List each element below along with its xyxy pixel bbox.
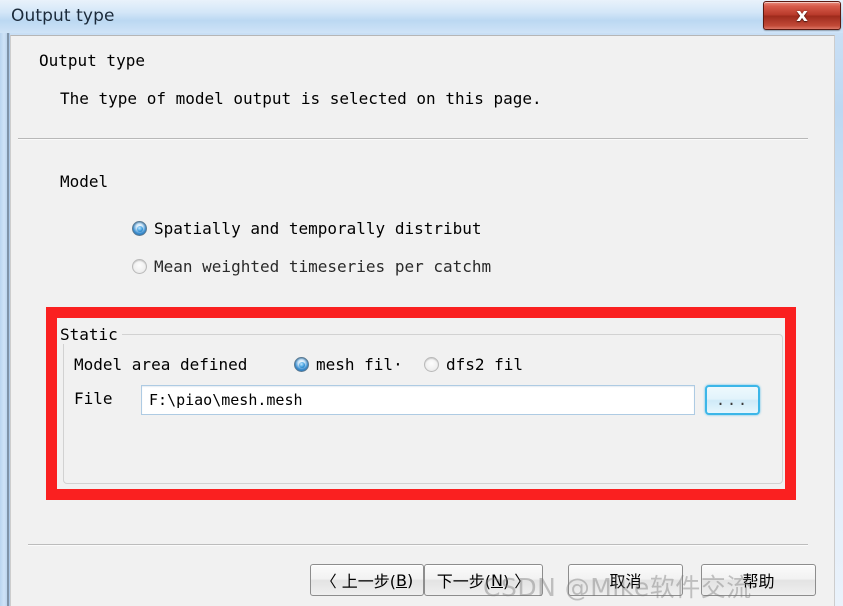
radio-mesh-file[interactable]: mesh fil·	[294, 355, 403, 374]
radio-dfs2-file[interactable]: dfs2 fil	[424, 355, 523, 374]
cancel-button[interactable]: 取消	[568, 564, 683, 596]
model-area-defined-label: Model area defined	[74, 355, 248, 374]
model-section-label: Model	[60, 172, 109, 191]
radio-button-icon	[132, 221, 147, 236]
page-title: Output type	[39, 51, 145, 70]
radio-spatially-temporally-distributed[interactable]: Spatially and temporally distribut	[132, 219, 482, 238]
browse-file-button[interactable]: ...	[705, 385, 760, 415]
next-button-label-prefix: 下一步(	[436, 572, 491, 591]
window-title: Output type	[11, 6, 115, 26]
static-group-legend: Static	[56, 325, 122, 344]
header-divider	[18, 138, 808, 140]
next-button-accelerator: N	[490, 570, 503, 590]
radio-label: dfs2 fil	[446, 355, 524, 374]
radio-label: mesh fil·	[316, 355, 403, 374]
dialog-window: Output type x Output type The type of mo…	[0, 0, 843, 606]
footer-divider	[28, 544, 808, 546]
window-left-border-shadow	[7, 22, 9, 606]
radio-button-icon	[424, 357, 439, 372]
back-button-label-prefix: 〈 上一步(	[320, 572, 397, 591]
radio-mean-weighted-timeseries[interactable]: Mean weighted timeseries per catchm	[132, 257, 491, 276]
dialog-client-area	[10, 35, 835, 606]
title-bar: Output type x	[0, 0, 843, 33]
file-path-input[interactable]	[141, 385, 695, 415]
radio-button-icon	[132, 259, 147, 274]
radio-button-icon	[294, 357, 309, 372]
close-icon: x	[796, 5, 808, 26]
back-button-accelerator: B	[396, 570, 408, 590]
radio-label: Mean weighted timeseries per catchm	[154, 257, 492, 276]
back-button[interactable]: 〈 上一步(B)	[310, 564, 424, 596]
back-button-label-suffix: )	[407, 570, 414, 590]
next-button-label-suffix: ) 〉	[502, 572, 531, 591]
radio-label: Spatially and temporally distribut	[154, 219, 482, 238]
close-button[interactable]: x	[763, 1, 841, 30]
file-label: File	[74, 389, 113, 408]
help-button[interactable]: 帮助	[701, 564, 816, 596]
next-button[interactable]: 下一步(N) 〉	[424, 564, 543, 596]
page-description: The type of model output is selected on …	[60, 89, 542, 108]
